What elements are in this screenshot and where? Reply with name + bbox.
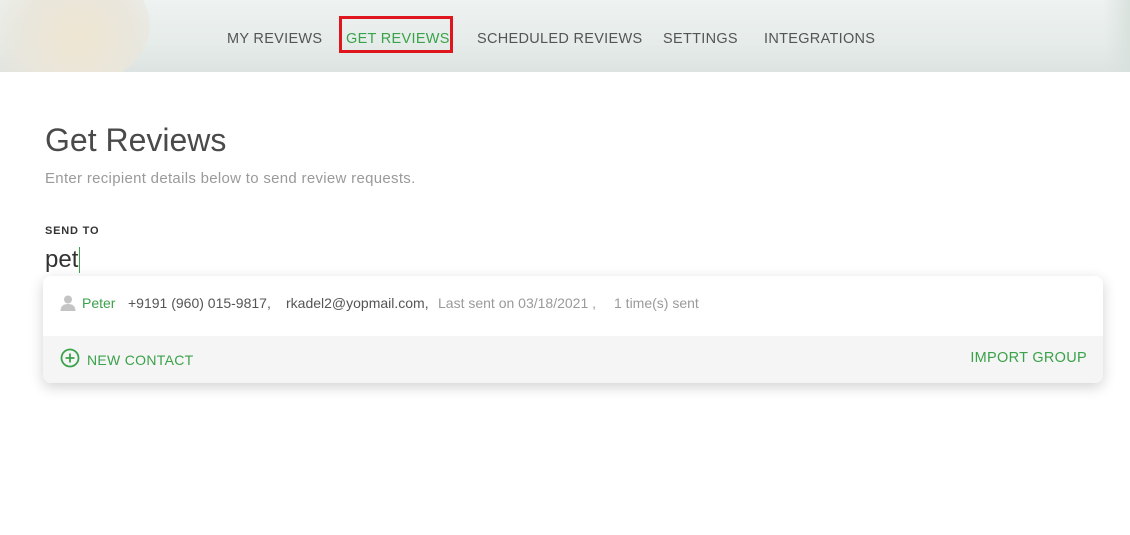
nav-settings[interactable]: SETTINGS: [663, 31, 738, 47]
new-contact-label: NEW CONTACT: [87, 351, 194, 368]
new-contact-button[interactable]: NEW CONTACT: [60, 348, 193, 371]
top-nav: MY REVIEWS GET REVIEWS SCHEDULED REVIEWS…: [0, 0, 1130, 72]
send-to-input[interactable]: pet: [45, 246, 81, 274]
dropdown-footer: NEW CONTACT IMPORT GROUP: [43, 336, 1103, 383]
import-group-button[interactable]: IMPORT GROUP: [970, 350, 1087, 366]
nav-integrations[interactable]: INTEGRATIONS: [764, 31, 875, 47]
active-nav-highlight: [339, 16, 453, 53]
page-subtitle: Enter recipient details below to send re…: [45, 170, 416, 187]
nav-my-reviews[interactable]: MY REVIEWS: [227, 31, 322, 47]
suggestion-email: rkadel2@yopmail.com,: [286, 295, 429, 311]
plus-circle-icon: [60, 348, 87, 371]
nav-scheduled-reviews[interactable]: SCHEDULED REVIEWS: [477, 31, 642, 47]
page-title: Get Reviews: [45, 122, 227, 158]
send-to-label: SEND TO: [45, 225, 100, 237]
recipient-suggestions-dropdown: Peter +9191 (960) 015-9817, rkadel2@yopm…: [43, 276, 1103, 383]
send-to-value: pet: [45, 246, 79, 273]
person-icon: [59, 294, 77, 312]
suggestion-item[interactable]: Peter +9191 (960) 015-9817, rkadel2@yopm…: [43, 276, 1103, 336]
suggestion-last-sent: Last sent on 03/18/2021 ,: [438, 295, 597, 311]
text-caret: [79, 247, 81, 273]
suggestion-times-sent: 1 time(s) sent: [614, 295, 699, 311]
suggestion-name: Peter: [82, 295, 116, 311]
suggestion-phone: +9191 (960) 015-9817,: [128, 295, 271, 311]
